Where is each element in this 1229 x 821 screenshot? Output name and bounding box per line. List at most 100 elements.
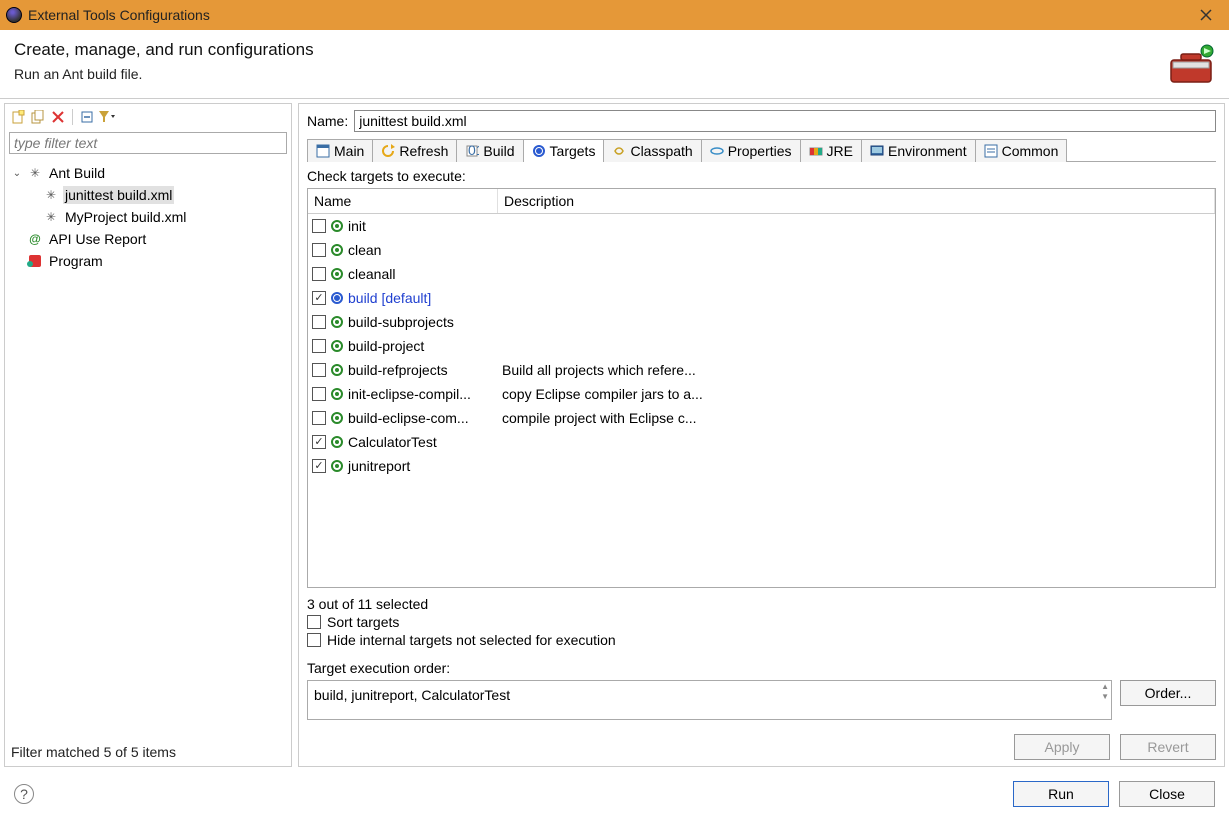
- tab-label: Main: [334, 143, 364, 159]
- configurations-pane: ⌄ Ant Build junittest build.xml MyProjec…: [4, 103, 292, 767]
- tab-label: Classpath: [630, 143, 692, 159]
- table-row[interactable]: cleanall: [308, 262, 1215, 286]
- config-editor: Name: Main Refresh 010 Build Targets Clas…: [298, 103, 1225, 767]
- target-icon: [330, 363, 344, 377]
- execution-order-label: Target execution order:: [307, 660, 1216, 676]
- tree-item-myproject[interactable]: MyProject build.xml: [7, 206, 289, 228]
- column-header-name[interactable]: Name: [308, 189, 498, 213]
- collapse-all-icon[interactable]: [78, 108, 96, 126]
- filter-status: Filter matched 5 of 5 items: [5, 740, 291, 766]
- hide-internal-label: Hide internal targets not selected for e…: [327, 632, 616, 648]
- sort-targets-label: Sort targets: [327, 614, 399, 630]
- target-checkbox[interactable]: [312, 291, 326, 305]
- delete-config-icon[interactable]: [49, 108, 67, 126]
- target-icon: [330, 387, 344, 401]
- target-checkbox[interactable]: [312, 339, 326, 353]
- run-button[interactable]: Run: [1013, 781, 1109, 807]
- table-row[interactable]: build-eclipse-com... compile project with…: [308, 406, 1215, 430]
- tab-label: Refresh: [399, 143, 448, 159]
- expand-arrow-icon[interactable]: ⌄: [11, 168, 23, 179]
- table-row[interactable]: init: [308, 214, 1215, 238]
- tab-classpath[interactable]: Classpath: [603, 139, 701, 162]
- name-label: Name:: [307, 113, 348, 129]
- check-targets-label: Check targets to execute:: [307, 168, 1216, 184]
- tree-label: MyProject build.xml: [63, 208, 188, 226]
- target-checkbox[interactable]: [312, 411, 326, 425]
- filter-input[interactable]: [9, 132, 287, 154]
- execution-order-value: build, junitreport, CalculatorTest: [314, 687, 510, 703]
- table-row[interactable]: build-project: [308, 334, 1215, 358]
- target-name: build-subprojects: [348, 314, 454, 330]
- title-bar: External Tools Configurations: [0, 0, 1229, 30]
- svg-text:010: 010: [468, 144, 479, 158]
- revert-button[interactable]: Revert: [1120, 734, 1216, 760]
- target-icon: [330, 435, 344, 449]
- tab-properties[interactable]: Properties: [701, 139, 801, 162]
- hide-internal-checkbox[interactable]: [307, 633, 321, 647]
- scroll-down-icon[interactable]: ▼: [1101, 693, 1109, 701]
- table-row[interactable]: build [default]: [308, 286, 1215, 310]
- tree-item-ant-build[interactable]: ⌄ Ant Build: [7, 162, 289, 184]
- target-checkbox[interactable]: [312, 219, 326, 233]
- tab-label: Targets: [550, 143, 596, 159]
- help-button[interactable]: ?: [14, 784, 34, 804]
- tree-item-program[interactable]: Program: [7, 250, 289, 272]
- tab-build[interactable]: 010 Build: [456, 139, 523, 162]
- target-checkbox[interactable]: [312, 267, 326, 281]
- target-icon: [330, 315, 344, 329]
- target-name: init: [348, 218, 366, 234]
- column-header-description[interactable]: Description: [498, 189, 1215, 213]
- target-name: build [default]: [348, 290, 431, 306]
- target-checkbox[interactable]: [312, 435, 326, 449]
- duplicate-config-icon[interactable]: [29, 108, 47, 126]
- table-row[interactable]: build-subprojects: [308, 310, 1215, 334]
- close-window-button[interactable]: [1187, 0, 1225, 30]
- order-button[interactable]: Order...: [1120, 680, 1216, 706]
- target-checkbox[interactable]: [312, 315, 326, 329]
- tab-label: JRE: [827, 143, 853, 159]
- table-row[interactable]: clean: [308, 238, 1215, 262]
- target-checkbox[interactable]: [312, 363, 326, 377]
- target-checkbox[interactable]: [312, 243, 326, 257]
- tree-label: Ant Build: [47, 164, 107, 182]
- target-icon: [330, 219, 344, 233]
- config-tree[interactable]: ⌄ Ant Build junittest build.xml MyProjec…: [5, 158, 291, 740]
- target-icon: [330, 459, 344, 473]
- target-name: clean: [348, 242, 381, 258]
- target-checkbox[interactable]: [312, 459, 326, 473]
- apply-button[interactable]: Apply: [1014, 734, 1110, 760]
- api-report-icon: [27, 231, 43, 247]
- scroll-up-icon[interactable]: ▲: [1101, 683, 1109, 691]
- target-icon: [330, 243, 344, 257]
- target-checkbox[interactable]: [312, 387, 326, 401]
- filter-menu-icon[interactable]: [98, 108, 116, 126]
- tab-refresh[interactable]: Refresh: [372, 139, 457, 162]
- tab-jre[interactable]: JRE: [800, 139, 862, 162]
- tab-label: Environment: [888, 143, 967, 159]
- tree-item-junittest[interactable]: junittest build.xml: [7, 184, 289, 206]
- tab-common[interactable]: Common: [975, 139, 1068, 162]
- tab-main[interactable]: Main: [307, 139, 373, 162]
- close-button[interactable]: Close: [1119, 781, 1215, 807]
- eclipse-icon: [6, 7, 22, 23]
- target-icon: [330, 411, 344, 425]
- toolbar-separator: [72, 109, 73, 125]
- config-name-input[interactable]: [354, 110, 1216, 132]
- toolbox-run-icon: [1167, 44, 1215, 84]
- tree-item-api-use-report[interactable]: API Use Report: [7, 228, 289, 250]
- tab-targets[interactable]: Targets: [523, 139, 605, 162]
- tab-label: Build: [483, 143, 514, 159]
- tab-environment[interactable]: Environment: [861, 139, 976, 162]
- table-row[interactable]: CalculatorTest: [308, 430, 1215, 454]
- table-row[interactable]: junitreport: [308, 454, 1215, 478]
- new-config-icon[interactable]: [9, 108, 27, 126]
- table-row[interactable]: build-refprojectsBuild all projects whic…: [308, 358, 1215, 382]
- ant-file-icon: [43, 209, 59, 225]
- target-description: compile project with Eclipse c...: [498, 410, 1215, 426]
- target-name: build-eclipse-com...: [348, 410, 469, 426]
- execution-order-text[interactable]: build, junitreport, CalculatorTest ▲ ▼: [307, 680, 1112, 720]
- target-description: copy Eclipse compiler jars to a...: [498, 386, 1215, 402]
- sort-targets-checkbox[interactable]: [307, 615, 321, 629]
- table-row[interactable]: init-eclipse-compil...copy Eclipse compi…: [308, 382, 1215, 406]
- tab-label: Properties: [728, 143, 792, 159]
